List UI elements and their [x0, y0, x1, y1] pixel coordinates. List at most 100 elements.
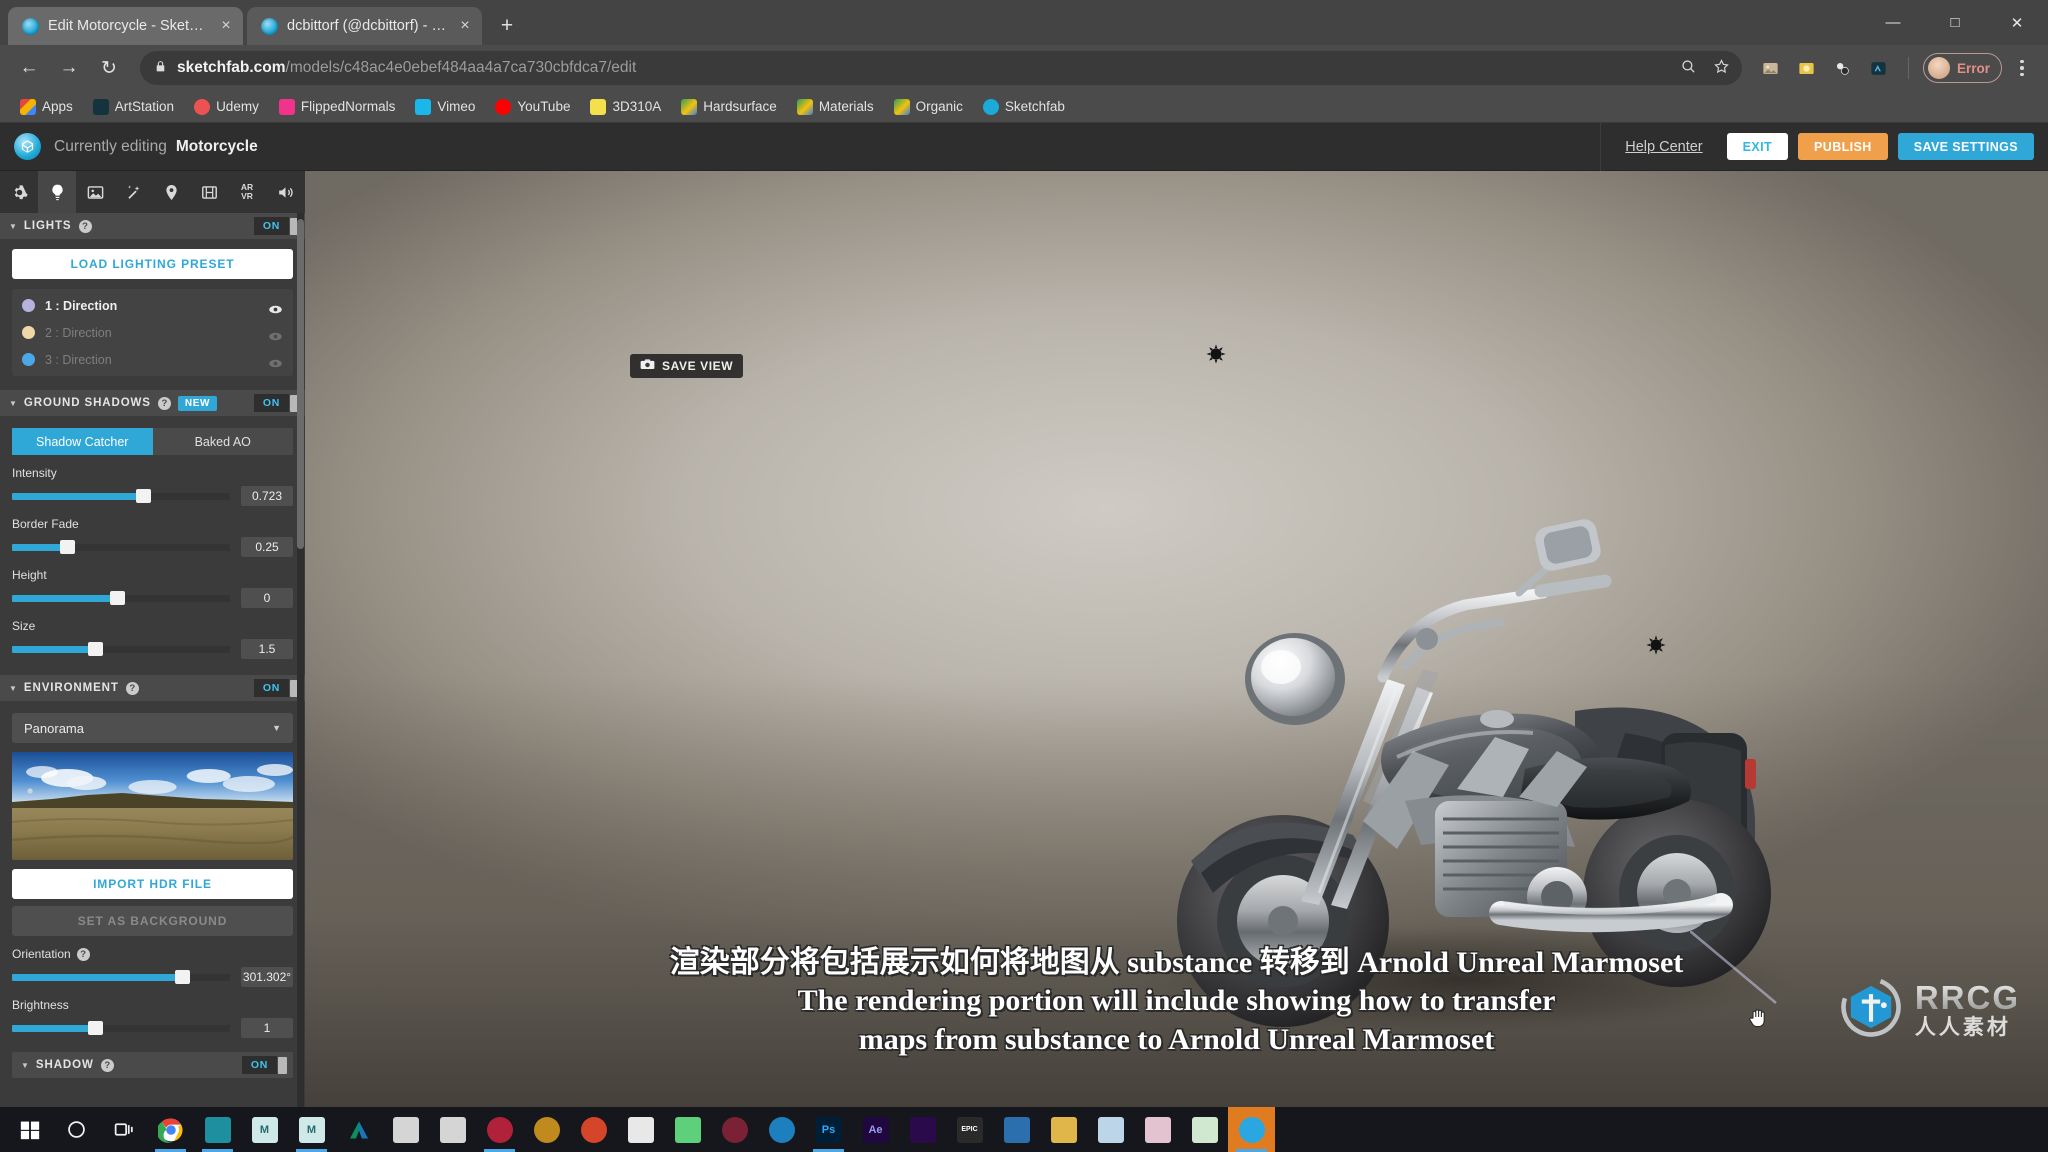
- slider-value[interactable]: 0: [241, 588, 293, 608]
- tool-film-icon[interactable]: [190, 171, 228, 213]
- browser-tab-0[interactable]: Edit Motorcycle - Sketchfab ×: [8, 7, 243, 45]
- tool-magic-wand-icon[interactable]: [114, 171, 152, 213]
- profile-error-chip[interactable]: Error: [1922, 53, 2002, 83]
- taskbar-app-explorer[interactable]: [617, 1107, 664, 1152]
- hdr-preview-thumbnail[interactable]: [12, 752, 293, 860]
- bookmark-flippednormals[interactable]: FlippedNormals: [271, 96, 404, 118]
- slider-value[interactable]: 1.5: [241, 639, 293, 659]
- tool-ar-vr-icon[interactable]: AR VR: [228, 171, 266, 213]
- slider-thumb[interactable]: [175, 970, 191, 984]
- taskbar-app-substance-designer[interactable]: [523, 1107, 570, 1152]
- taskbar-app-substance-painter[interactable]: [476, 1107, 523, 1152]
- reload-button[interactable]: ↻: [92, 51, 126, 85]
- slider-thumb[interactable]: [135, 489, 151, 503]
- taskbar-app-premiere[interactable]: [899, 1107, 946, 1152]
- bookmark-artstation[interactable]: ArtStation: [85, 96, 182, 118]
- taskbar-app-unreal[interactable]: [993, 1107, 1040, 1152]
- eye-icon[interactable]: [268, 355, 283, 368]
- tool-sound-icon[interactable]: [266, 171, 304, 213]
- environment-type-select[interactable]: Panorama ▼: [12, 713, 293, 743]
- slider-track[interactable]: [12, 489, 230, 503]
- sidebar-scrollbar-thumb[interactable]: [297, 219, 304, 549]
- light-color-swatch[interactable]: [22, 326, 35, 339]
- taskbar-app-blender[interactable]: [758, 1107, 805, 1152]
- save-settings-button[interactable]: SAVE SETTINGS: [1897, 133, 2034, 160]
- taskbar-app-telegram[interactable]: [1228, 1107, 1275, 1152]
- slider-track[interactable]: [12, 540, 230, 554]
- bookmark-organic[interactable]: Organic: [886, 96, 971, 118]
- taskbar-app-substance-alchemist[interactable]: [570, 1107, 617, 1152]
- taskbar-app-chrome[interactable]: [147, 1107, 194, 1152]
- ground-shadows-toggle[interactable]: ON: [253, 394, 299, 412]
- slider-track[interactable]: [12, 1021, 230, 1035]
- list-item[interactable]: 1 : Direction: [12, 292, 293, 319]
- load-lighting-preset-button[interactable]: LOAD LIGHTING PRESET: [12, 249, 293, 279]
- tab-close-icon[interactable]: ×: [217, 18, 235, 34]
- slider-value[interactable]: 1: [241, 1018, 293, 1038]
- eye-icon[interactable]: [268, 301, 283, 314]
- taskbar-app-designer-alt[interactable]: [1181, 1107, 1228, 1152]
- shadow-toggle[interactable]: ON: [241, 1056, 287, 1074]
- bookmark-3d310a[interactable]: 3D310A: [582, 96, 669, 118]
- chrome-menu-icon[interactable]: [2008, 59, 2036, 77]
- help-center-link[interactable]: Help Center: [1600, 122, 1726, 171]
- taskbar-app-epic-games[interactable]: EPIC: [946, 1107, 993, 1152]
- new-tab-button[interactable]: +: [490, 9, 524, 43]
- tab-baked-ao[interactable]: Baked AO: [152, 428, 293, 455]
- bookmark-hardsurface[interactable]: Hardsurface: [673, 96, 785, 118]
- slider-track[interactable]: [12, 591, 230, 605]
- slider-thumb[interactable]: [109, 591, 125, 605]
- extension-icon-1[interactable]: [1756, 53, 1786, 83]
- search-circle-icon[interactable]: [53, 1107, 100, 1152]
- taskbar-app-after-effects[interactable]: Ae: [852, 1107, 899, 1152]
- slider-thumb[interactable]: [87, 1021, 103, 1035]
- extension-icon-3[interactable]: [1828, 53, 1858, 83]
- taskbar-app-painter-alt[interactable]: [1134, 1107, 1181, 1152]
- help-icon[interactable]: ?: [157, 396, 171, 410]
- forward-button[interactable]: →: [52, 51, 86, 85]
- tool-gear-icon[interactable]: [0, 171, 38, 213]
- slider-value[interactable]: 0.25: [241, 537, 293, 557]
- taskbar-app-autodesk[interactable]: [335, 1107, 382, 1152]
- taskbar-app-notes[interactable]: [1087, 1107, 1134, 1152]
- environment-toggle[interactable]: ON: [253, 679, 299, 697]
- section-header-shadow[interactable]: ▼ SHADOW ? ON: [12, 1052, 293, 1078]
- task-view-icon[interactable]: [100, 1107, 147, 1152]
- list-item[interactable]: 2 : Direction: [12, 319, 293, 346]
- list-item[interactable]: 3 : Direction: [12, 346, 293, 373]
- taskbar-app-folder[interactable]: [1040, 1107, 1087, 1152]
- taskbar-app-unity[interactable]: [711, 1107, 758, 1152]
- taskbar-app-maya-2[interactable]: [429, 1107, 476, 1152]
- exit-button[interactable]: EXIT: [1726, 133, 1789, 160]
- window-minimize-button[interactable]: —: [1862, 0, 1924, 45]
- taskbar-app-marmoset-2[interactable]: M: [288, 1107, 335, 1152]
- star-icon[interactable]: [1713, 58, 1730, 79]
- back-button[interactable]: ←: [12, 51, 46, 85]
- slider-track[interactable]: [12, 642, 230, 656]
- tool-map-pin-icon[interactable]: [152, 171, 190, 213]
- help-icon[interactable]: ?: [100, 1058, 114, 1072]
- bookmark-udemy[interactable]: Udemy: [186, 96, 267, 118]
- 3d-viewport[interactable]: SAVE VIEW 渲染部分将包括展示如何将地图从 substance 转移到 …: [305, 171, 2048, 1107]
- slider-thumb[interactable]: [87, 642, 103, 656]
- tab-close-icon[interactable]: ×: [456, 18, 474, 34]
- light-color-swatch[interactable]: [22, 299, 35, 312]
- eye-icon[interactable]: [268, 328, 283, 341]
- slider-value[interactable]: 301.302°: [241, 967, 293, 987]
- taskbar-app-maya-1[interactable]: [382, 1107, 429, 1152]
- section-header-ground-shadows[interactable]: ▼ GROUND SHADOWS ? NEW ON: [0, 390, 305, 416]
- save-view-button[interactable]: SAVE VIEW: [630, 354, 744, 378]
- light-gizmo-1-icon[interactable]: [1205, 343, 1227, 365]
- browser-tab-1[interactable]: dcbittorf (@dcbittorf) - Sketchfab ×: [247, 7, 482, 45]
- import-hdr-file-button[interactable]: IMPORT HDR FILE: [12, 869, 293, 899]
- extension-icon-2[interactable]: [1792, 53, 1822, 83]
- address-bar[interactable]: sketchfab.com/models/c48ac4e0ebef484aa4a…: [140, 51, 1742, 85]
- taskbar-app-photoshop[interactable]: Ps: [805, 1107, 852, 1152]
- slider-track[interactable]: [12, 970, 230, 984]
- slider-thumb[interactable]: [59, 540, 75, 554]
- bookmark-materials[interactable]: Materials: [789, 96, 882, 118]
- publish-button[interactable]: PUBLISH: [1798, 133, 1888, 160]
- taskbar-app-quixel[interactable]: [664, 1107, 711, 1152]
- search-icon[interactable]: [1680, 58, 1697, 79]
- section-header-environment[interactable]: ▼ ENVIRONMENT ? ON: [0, 675, 305, 701]
